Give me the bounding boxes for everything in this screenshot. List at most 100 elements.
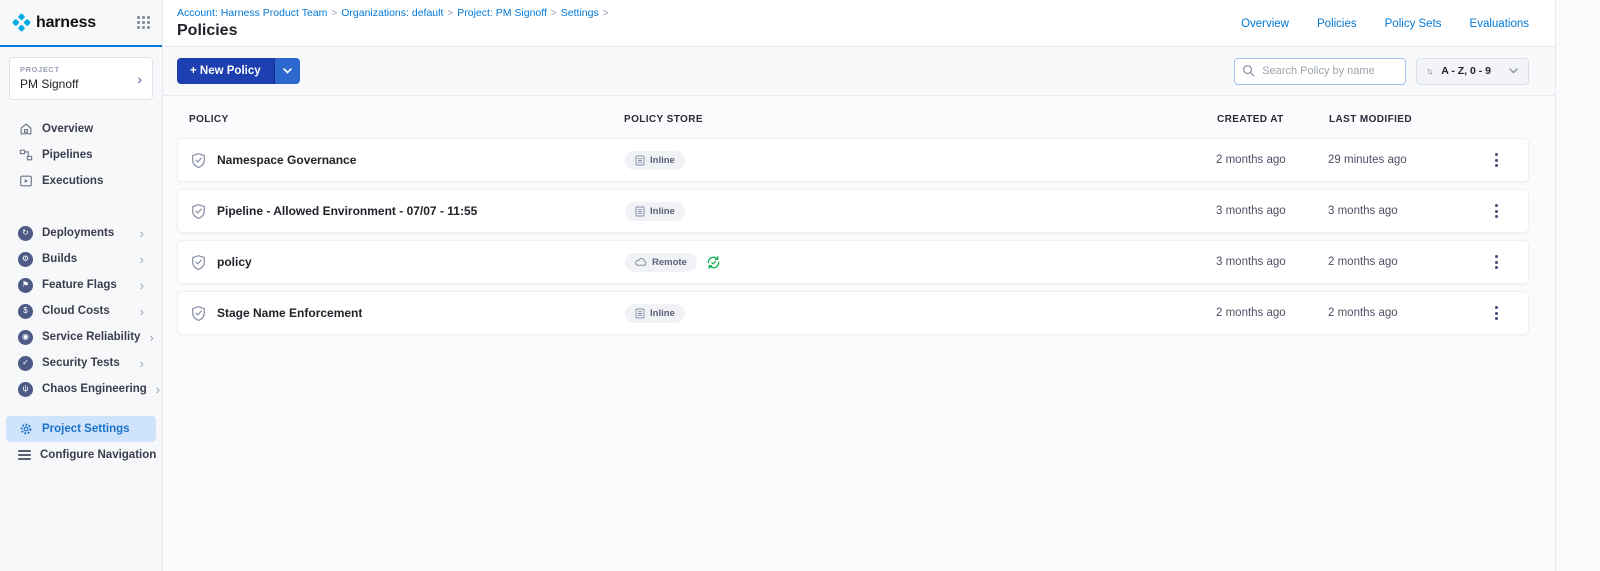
sidebar-item-pipelines[interactable]: Pipelines xyxy=(6,142,156,168)
row-menu-kebab-icon[interactable] xyxy=(1489,149,1504,171)
tab-policy-sets[interactable]: Policy Sets xyxy=(1385,18,1442,46)
search-input[interactable] xyxy=(1234,58,1406,85)
executions-icon xyxy=(18,174,33,189)
table-row[interactable]: Stage Name Enforcement Inline 2 months a… xyxy=(177,291,1529,335)
policy-shield-check-icon xyxy=(190,254,207,271)
policy-name: Stage Name Enforcement xyxy=(217,306,362,320)
chevron-right-icon: › xyxy=(140,305,144,318)
created-at: 3 months ago xyxy=(1216,256,1328,268)
page-header: Account: Harness Product Team > Organiza… xyxy=(163,0,1555,47)
sidebar-item-cloud-costs[interactable]: $ Cloud Costs › xyxy=(6,298,156,324)
breadcrumb-separator: > xyxy=(603,8,609,19)
sidebar-header: harness xyxy=(0,0,162,47)
chevron-right-icon: › xyxy=(140,227,144,240)
last-modified: 2 months ago xyxy=(1328,307,1476,319)
gear-icon xyxy=(18,422,33,437)
breadcrumb-separator: > xyxy=(551,8,557,19)
store-badge-label: Remote xyxy=(652,257,687,268)
store-badge-label: Inline xyxy=(650,155,675,166)
policy-name: policy xyxy=(217,255,252,269)
chaos-engineering-icon: ψ xyxy=(18,382,33,397)
sidebar: harness PROJECT PM Signoff › Overview Pi… xyxy=(0,0,163,571)
store-badge-label: Inline xyxy=(650,308,675,319)
table-row[interactable]: Pipeline - Allowed Environment - 07/07 -… xyxy=(177,189,1529,233)
breadcrumb-organization[interactable]: Organizations: default xyxy=(341,7,443,19)
store-badge: Inline xyxy=(625,151,685,170)
chevron-right-icon: › xyxy=(137,71,142,87)
sync-success-icon xyxy=(706,255,721,270)
row-menu-kebab-icon[interactable] xyxy=(1489,251,1504,273)
sidebar-item-deployments[interactable]: ↻ Deployments › xyxy=(6,220,156,246)
tab-policies[interactable]: Policies xyxy=(1317,18,1357,46)
sidebar-item-overview[interactable]: Overview xyxy=(6,116,156,142)
column-header-policy: POLICY xyxy=(189,114,624,125)
sidebar-item-service-reliability[interactable]: ◉ Service Reliability › xyxy=(6,324,156,350)
deployments-icon: ↻ xyxy=(18,226,33,241)
breadcrumb-separator: > xyxy=(331,8,337,19)
store-badge: Remote xyxy=(625,253,697,272)
sidebar-item-security-tests[interactable]: ✓ Security Tests › xyxy=(6,350,156,376)
row-menu-kebab-icon[interactable] xyxy=(1489,200,1504,222)
breadcrumb-project[interactable]: Project: PM Signoff xyxy=(457,7,547,19)
tab-overview[interactable]: Overview xyxy=(1241,18,1289,46)
project-selector[interactable]: PROJECT PM Signoff › xyxy=(9,57,153,100)
sidebar-item-label: Deployments xyxy=(42,227,114,239)
policy-name: Namespace Governance xyxy=(217,153,356,167)
sidebar-item-label: Cloud Costs xyxy=(42,305,110,317)
created-at: 3 months ago xyxy=(1216,205,1328,217)
chevron-right-icon: › xyxy=(140,357,144,370)
sort-label: A - Z, 0 - 9 xyxy=(1441,65,1491,77)
store-badge-label: Inline xyxy=(650,206,675,217)
search-icon xyxy=(1242,64,1255,77)
row-menu-kebab-icon[interactable] xyxy=(1489,302,1504,324)
hamburger-icon xyxy=(18,448,31,463)
app-launcher-icon[interactable] xyxy=(137,16,150,29)
policy-shield-check-icon xyxy=(190,203,207,220)
sidebar-item-feature-flags[interactable]: ⚑ Feature Flags › xyxy=(6,272,156,298)
created-at: 2 months ago xyxy=(1216,307,1328,319)
sidebar-item-label: Security Tests xyxy=(42,357,120,369)
policy-name: Pipeline - Allowed Environment - 07/07 -… xyxy=(217,204,477,218)
sort-dropdown[interactable]: ↑↓ A - Z, 0 - 9 xyxy=(1416,58,1529,85)
policy-shield-check-icon xyxy=(190,152,207,169)
last-modified: 3 months ago xyxy=(1328,205,1476,217)
feature-flags-icon: ⚑ xyxy=(18,278,33,293)
sidebar-item-executions[interactable]: Executions xyxy=(6,168,156,194)
sidebar-nav: Overview Pipelines Executions ↻ Deployme… xyxy=(0,104,162,468)
main-area: Account: Harness Product Team > Organiza… xyxy=(163,0,1555,571)
harness-logo-icon xyxy=(12,13,31,32)
chevron-right-icon: › xyxy=(156,383,160,396)
sidebar-item-chaos-engineering[interactable]: ψ Chaos Engineering › xyxy=(6,376,156,402)
new-policy-dropdown-button[interactable] xyxy=(274,58,300,84)
sidebar-item-label: Project Settings xyxy=(42,423,130,435)
policy-shield-check-icon xyxy=(190,305,207,322)
sidebar-item-label: Configure Navigation xyxy=(40,449,156,461)
tab-evaluations[interactable]: Evaluations xyxy=(1470,18,1529,46)
new-policy-button[interactable]: + New Policy xyxy=(177,58,274,84)
new-policy-split-button: + New Policy xyxy=(177,58,300,84)
table-row[interactable]: Namespace Governance Inline 2 months ago… xyxy=(177,138,1529,182)
right-rail xyxy=(1555,0,1600,571)
search-wrap xyxy=(1234,58,1406,85)
home-icon xyxy=(18,122,33,137)
table-row[interactable]: policy Remote 3 months ago 2 months ago xyxy=(177,240,1529,284)
sidebar-item-label: Chaos Engineering xyxy=(42,383,147,395)
builds-icon: ⚙ xyxy=(18,252,33,267)
pipelines-icon xyxy=(18,148,33,163)
breadcrumb-settings[interactable]: Settings xyxy=(561,7,599,19)
last-modified: 2 months ago xyxy=(1328,256,1476,268)
sidebar-item-label: Pipelines xyxy=(42,149,93,161)
breadcrumb-separator: > xyxy=(447,8,453,19)
chevron-down-icon xyxy=(283,68,292,74)
sidebar-item-project-settings[interactable]: Project Settings xyxy=(6,416,156,442)
breadcrumb-account[interactable]: Account: Harness Product Team xyxy=(177,7,327,19)
sidebar-item-label: Feature Flags xyxy=(42,279,117,291)
chevron-down-icon xyxy=(1509,68,1518,74)
security-tests-icon: ✓ xyxy=(18,356,33,371)
sidebar-item-configure-navigation[interactable]: Configure Navigation xyxy=(6,442,156,468)
policy-nav-links: Overview Policies Policy Sets Evaluation… xyxy=(1241,7,1529,46)
chevron-right-icon: › xyxy=(140,253,144,266)
sidebar-item-builds[interactable]: ⚙ Builds › xyxy=(6,246,156,272)
harness-logo[interactable]: harness xyxy=(12,13,96,32)
remote-cloud-icon xyxy=(635,257,647,267)
